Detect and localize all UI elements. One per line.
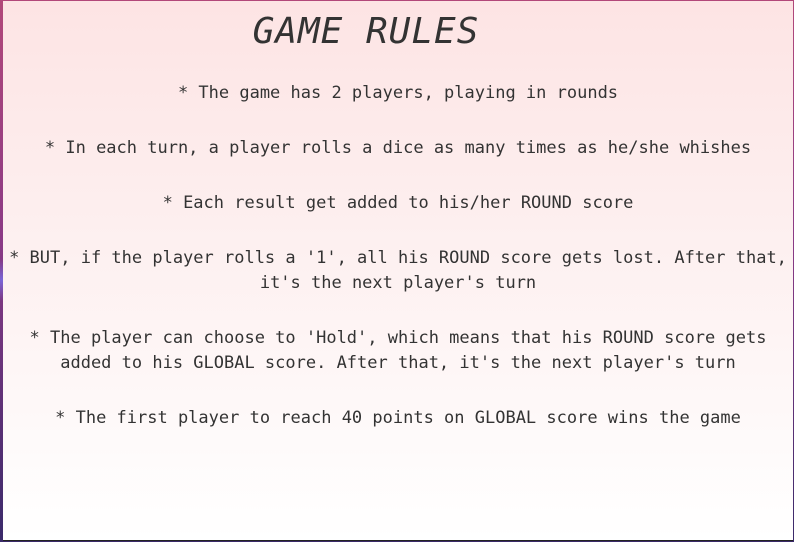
rule-item: * BUT, if the player rolls a '1', all hi… — [9, 248, 787, 293]
modal-title: GAME RULES — [252, 11, 480, 52]
rule-item: * The game has 2 players, playing in rou… — [177, 83, 619, 103]
rule-item: * Each result get added to his/her ROUND… — [162, 193, 634, 213]
rule-item: * The first player to reach 40 points on… — [55, 408, 741, 428]
rules-list: * The game has 2 players, playing in rou… — [3, 81, 793, 461]
rule-item: * The player can choose to 'Hold', which… — [29, 328, 767, 373]
rule-item: * In each turn, a player rolls a dice as… — [44, 138, 752, 158]
rules-modal: GAME RULES * The game has 2 players, pla… — [3, 1, 793, 541]
